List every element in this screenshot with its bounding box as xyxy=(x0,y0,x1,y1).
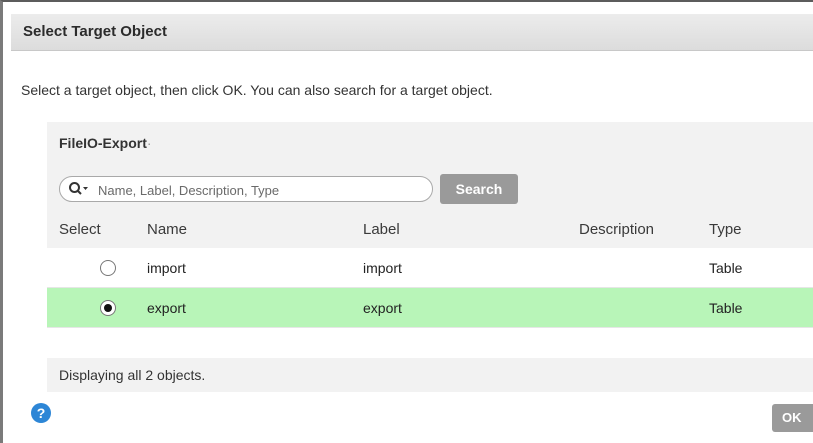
objects-table: Select Name Label Description Type impor… xyxy=(47,210,813,328)
folder-header: FileIO-Export· xyxy=(47,122,813,162)
name-cell: import xyxy=(147,259,186,276)
dialog-titlebar: Select Target Object xyxy=(11,14,813,51)
column-header-select[interactable]: Select xyxy=(59,210,139,248)
table-row[interactable]: import import Table xyxy=(47,248,813,288)
dialog-instructions: Select a target object, then click OK. Y… xyxy=(21,82,493,98)
search-box[interactable] xyxy=(59,176,433,202)
search-icon[interactable] xyxy=(68,181,90,197)
search-bar: Search xyxy=(47,162,813,210)
dialog-title: Select Target Object xyxy=(23,23,167,40)
label-cell: export xyxy=(363,299,402,316)
column-header-name[interactable]: Name xyxy=(147,210,187,248)
select-cell xyxy=(57,288,137,327)
type-cell: Table xyxy=(709,259,743,276)
column-header-type[interactable]: Type xyxy=(709,210,742,248)
table-header: Select Name Label Description Type xyxy=(47,210,813,248)
type-cell: Table xyxy=(709,299,743,316)
ok-button[interactable]: OK xyxy=(772,404,813,432)
table-footer: Displaying all 2 objects. xyxy=(47,358,813,392)
search-button[interactable]: Search xyxy=(440,174,518,204)
table-row[interactable]: export export Table xyxy=(47,288,813,328)
select-cell xyxy=(57,248,137,287)
result-count: Displaying all 2 objects. xyxy=(59,367,206,383)
column-header-label[interactable]: Label xyxy=(363,210,400,248)
search-input[interactable] xyxy=(96,179,420,201)
help-icon[interactable]: ? xyxy=(31,403,51,423)
object-browser-panel: FileIO-Export· Search Select Name Label xyxy=(47,122,813,392)
row-radio-export[interactable] xyxy=(100,299,116,316)
column-header-description[interactable]: Description xyxy=(579,210,654,248)
label-cell: import xyxy=(363,259,402,276)
folder-name: FileIO-Export· xyxy=(59,135,152,151)
row-radio-import[interactable] xyxy=(100,259,116,276)
select-target-object-dialog: Select Target Object Select a target obj… xyxy=(0,0,813,443)
name-cell: export xyxy=(147,299,186,316)
